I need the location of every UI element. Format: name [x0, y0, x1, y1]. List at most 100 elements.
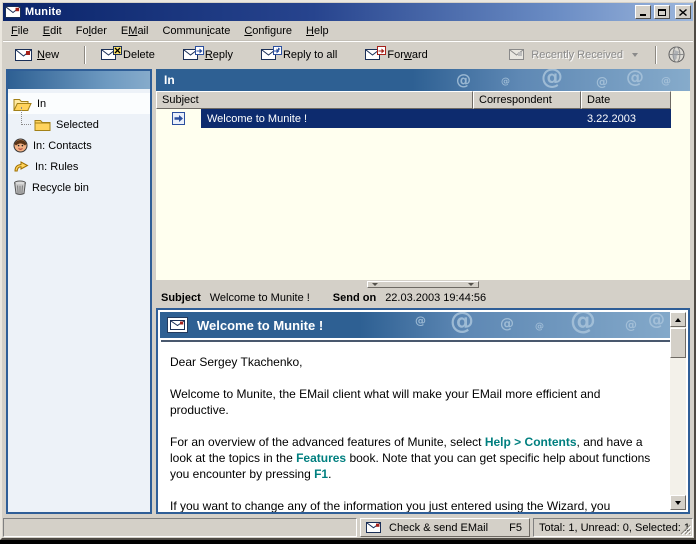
menu-help[interactable]: Help — [299, 23, 336, 39]
sidebar-item-in-contacts[interactable]: In: Contacts — [8, 135, 150, 156]
wizard-paragraph: If you want to change any of the informa… — [170, 498, 654, 514]
sidebar-item-label: Selected — [56, 119, 99, 131]
intro-paragraph: Welcome to Munite, the EMail client what… — [170, 386, 654, 418]
forward-icon — [365, 49, 382, 61]
resize-grip-icon[interactable] — [679, 523, 691, 535]
check-send-label: Check & send EMail — [389, 522, 488, 534]
menu-folder[interactable]: Folder — [69, 23, 114, 39]
scrollbar-track[interactable] — [670, 327, 686, 495]
app-icon — [5, 6, 22, 18]
totals-text: Total: 1, Unread: 0, Selected: 1 — [539, 522, 690, 534]
menu-bar: File Edit Folder EMail Communicate Confi… — [3, 21, 693, 41]
chevron-down-icon — [632, 53, 638, 57]
minimize-icon — [640, 14, 646, 16]
message-viewer: Welcome to Munite ! Dear Sergey Tkachenk… — [156, 308, 690, 514]
new-mail-icon — [15, 49, 32, 61]
reply-icon — [183, 49, 200, 61]
munite-window: Munite File Edit Folder EMail Communicat… — [0, 0, 696, 540]
sidebar-item-label: In: Rules — [35, 161, 78, 173]
pane-splitter[interactable] — [156, 280, 690, 288]
sidebar-header — [8, 71, 150, 89]
menu-file[interactable]: File — [4, 23, 36, 39]
title-bar[interactable]: Munite — [3, 3, 693, 21]
subject-label: Subject — [161, 292, 201, 304]
at-decoration — [415, 314, 426, 327]
status-message-panel — [3, 518, 357, 537]
sidebar-item-label: Recycle bin — [32, 182, 89, 194]
features-paragraph: For an overview of the advanced features… — [170, 434, 654, 482]
menu-communicate[interactable]: Communicate — [155, 23, 237, 39]
help-contents-emphasis: Help > Contents — [485, 435, 577, 449]
message-correspondent-cell[interactable] — [473, 109, 581, 128]
maximize-button[interactable] — [654, 5, 670, 19]
at-decoration — [456, 71, 471, 89]
recycle-bin-icon — [13, 180, 27, 195]
delete-button[interactable]: Delete — [93, 44, 163, 66]
sidebar-item-in-rules[interactable]: In: Rules — [8, 156, 150, 177]
status-bar: Check & send EMail F5 Total: 1, Unread: … — [3, 517, 693, 537]
recently-received-button[interactable]: Recently Received — [501, 44, 646, 66]
scroll-down-button[interactable] — [670, 495, 686, 510]
sidebar-item-recycle-bin[interactable]: Recycle bin — [8, 177, 150, 198]
message-list-header: Subject Correspondent Date — [156, 91, 690, 109]
folder-banner-title: In — [164, 73, 175, 87]
check-send-button[interactable]: Check & send EMail F5 — [360, 518, 530, 537]
reply-button[interactable]: Reply — [175, 44, 241, 66]
forwarded-arrow-icon — [172, 112, 185, 125]
at-decoration — [535, 322, 544, 332]
toolbar-separator — [655, 46, 657, 64]
message-list[interactable]: Welcome to Munite ! 3.22.2003 — [156, 109, 690, 280]
menu-email[interactable]: EMail — [114, 23, 156, 39]
message-state-cell — [156, 109, 201, 128]
row-filler — [671, 109, 690, 128]
greeting-line: Dear Sergey Tkachenko, — [170, 354, 654, 370]
at-decoration — [501, 77, 510, 87]
arrow-up-icon — [675, 318, 681, 322]
connection-button[interactable] — [664, 44, 689, 66]
column-header-subject[interactable]: Subject — [156, 91, 473, 109]
close-button[interactable] — [675, 5, 691, 19]
features-emphasis: Features — [296, 451, 346, 465]
forward-button[interactable]: Forward — [357, 44, 435, 66]
sidebar-item-selected[interactable]: Selected — [8, 114, 150, 135]
closed-folder-icon — [34, 118, 51, 131]
message-scrollbar[interactable] — [670, 312, 686, 510]
maximize-icon — [658, 9, 666, 16]
folder-banner: In — [156, 69, 690, 91]
message-envelope-icon — [167, 317, 188, 333]
scrollbar-thumb[interactable] — [670, 328, 686, 358]
table-row[interactable]: Welcome to Munite ! 3.22.2003 — [156, 109, 690, 128]
minimize-button[interactable] — [635, 5, 651, 19]
column-header-date[interactable]: Date — [581, 91, 671, 109]
scroll-up-button[interactable] — [670, 312, 686, 327]
menu-edit[interactable]: Edit — [36, 23, 69, 39]
preview-header: Subject Welcome to Munite ! Send on 22.0… — [156, 288, 690, 308]
message-body: Dear Sergey Tkachenko, Welcome to Munite… — [158, 342, 688, 514]
at-decoration — [661, 76, 671, 87]
message-banner-title: Welcome to Munite ! — [197, 318, 323, 333]
check-send-shortcut: F5 — [509, 522, 524, 534]
splitter-grip-icon[interactable] — [367, 281, 479, 288]
main-panel: In Subject Correspondent Date Welcome to… — [156, 69, 690, 514]
column-header-filler — [671, 91, 690, 109]
column-header-correspondent[interactable]: Correspondent — [473, 91, 581, 109]
message-subject-cell[interactable]: Welcome to Munite ! — [201, 109, 473, 128]
new-button[interactable]: New — [7, 44, 67, 66]
at-decoration — [626, 69, 644, 88]
send-on-value: 22.03.2003 19:44:56 — [385, 292, 486, 304]
folder-sidebar: In Selected In: Contacts In: Rules Recyc… — [6, 69, 152, 514]
at-decoration — [500, 316, 514, 332]
at-decoration — [596, 75, 608, 89]
subject-value: Welcome to Munite ! — [210, 292, 310, 304]
window-title: Munite — [25, 6, 632, 18]
client-area: In Selected In: Contacts In: Rules Recyc… — [3, 67, 693, 517]
desktop: Munite File Edit Folder EMail Communicat… — [0, 0, 696, 544]
toolbar-separator — [84, 46, 86, 64]
reply-to-all-button[interactable]: Reply to all — [253, 44, 345, 66]
message-date-cell[interactable]: 3.22.2003 — [581, 109, 671, 128]
at-decoration — [570, 312, 596, 336]
toolbar: New Delete Reply Reply to all — [3, 41, 693, 67]
menu-configure[interactable]: Configure — [237, 23, 299, 39]
reply-to-all-icon — [261, 49, 278, 61]
send-on-label: Send on — [333, 292, 376, 304]
